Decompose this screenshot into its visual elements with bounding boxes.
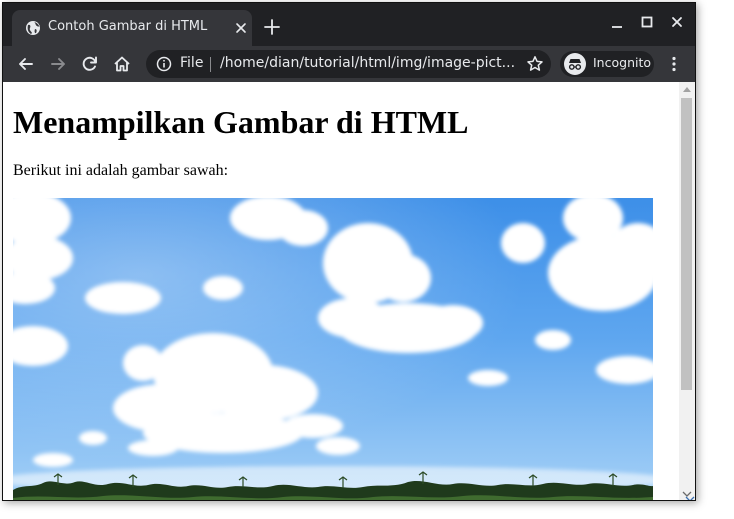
browser-window: Contoh Gambar di HTML File /home/dian/tu… bbox=[2, 2, 696, 501]
profile-button[interactable]: Incognito bbox=[560, 51, 654, 77]
url-text[interactable]: /home/dian/tutorial/html/img/image-pict.… bbox=[220, 55, 515, 71]
globe-icon bbox=[25, 20, 41, 36]
maximize-icon[interactable] bbox=[635, 13, 659, 33]
plus-icon[interactable] bbox=[262, 17, 282, 37]
address-bar[interactable]: File /home/dian/tutorial/html/img/image-… bbox=[146, 50, 551, 78]
url-separator bbox=[210, 57, 211, 72]
close-icon[interactable] bbox=[665, 13, 689, 33]
page-content: Menampilkan Gambar di HTML Berikut ini a… bbox=[3, 82, 679, 500]
vertical-scrollbar[interactable] bbox=[679, 82, 695, 500]
profile-label: Incognito bbox=[593, 55, 652, 70]
sky-with-clouds-and-trees-photo bbox=[13, 198, 653, 500]
toolbar: File /home/dian/tutorial/html/img/image-… bbox=[3, 46, 695, 82]
page-heading: Menampilkan Gambar di HTML bbox=[13, 104, 469, 140]
tab-title: Contoh Gambar di HTML bbox=[48, 19, 208, 34]
url-scheme: File bbox=[180, 55, 204, 71]
forward-arrow-icon[interactable] bbox=[48, 54, 68, 74]
tab-strip: Contoh Gambar di HTML bbox=[3, 3, 695, 46]
tab-active[interactable]: Contoh Gambar di HTML bbox=[12, 10, 252, 46]
home-icon[interactable] bbox=[112, 54, 132, 74]
scroll-up-arrow-icon[interactable] bbox=[683, 87, 691, 92]
minimize-icon[interactable] bbox=[605, 13, 629, 33]
resize-grip-icon[interactable] bbox=[681, 487, 695, 500]
info-icon[interactable] bbox=[156, 56, 172, 72]
back-arrow-icon[interactable] bbox=[16, 54, 36, 74]
star-icon[interactable] bbox=[526, 55, 544, 73]
more-vert-icon[interactable] bbox=[664, 54, 684, 74]
incognito-icon bbox=[564, 53, 586, 75]
page-paragraph: Berikut ini adalah gambar sawah: bbox=[13, 162, 229, 179]
close-icon[interactable] bbox=[234, 21, 248, 35]
reload-icon[interactable] bbox=[80, 54, 100, 74]
scrollbar-thumb[interactable] bbox=[681, 98, 692, 390]
